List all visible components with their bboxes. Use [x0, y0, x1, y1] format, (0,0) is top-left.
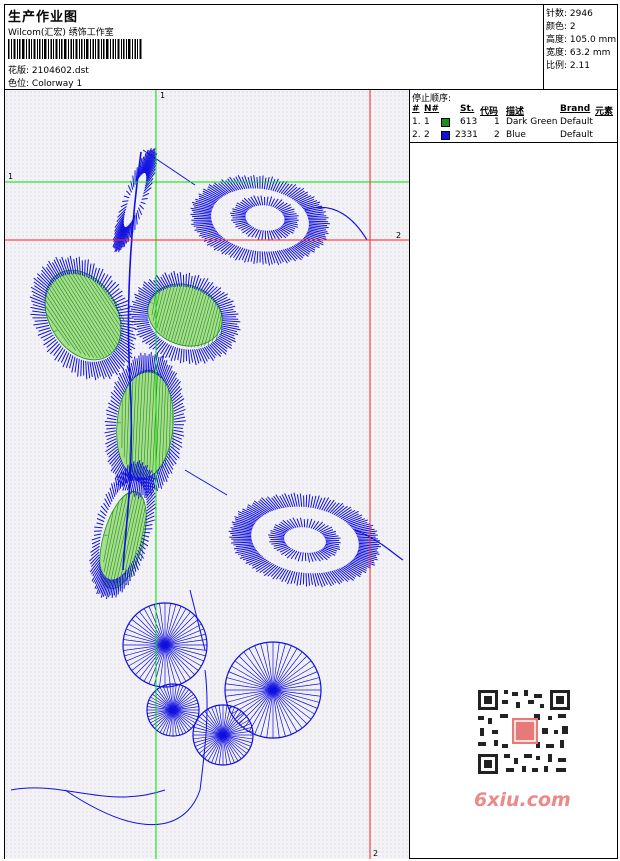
col-header-n: N# — [424, 104, 440, 114]
curl-lower-inner — [268, 517, 341, 563]
stat-stitches: 针数: 2946 — [546, 9, 593, 19]
butterfly-wing-lower-right — [192, 704, 254, 766]
stat-height: 高度: 105.0 mm — [546, 35, 617, 45]
design-file: 花版: 2104602.dst — [8, 63, 89, 76]
col-header-brand: Brand — [560, 104, 591, 114]
row-desc: Dark Green — [506, 117, 558, 127]
stat-scale: 比例: 2.11 — [546, 61, 590, 71]
qr-code — [472, 684, 576, 780]
butterfly-wing-upper-left — [122, 602, 208, 688]
design-value: 2104602.dst — [31, 66, 89, 76]
row-n: 1 — [424, 117, 430, 127]
stop-sequence-heading: 停止顺序: — [412, 94, 452, 104]
curl-lower-outer — [228, 492, 382, 588]
row-code: 1 — [494, 117, 500, 127]
company-name: Wilcom(汇宏) 绣饰工作室 — [8, 28, 114, 38]
guide-label-green-h: 1 — [8, 172, 13, 181]
page-title: 生产作业图 — [8, 10, 79, 25]
color-swatch-green — [441, 118, 450, 127]
design-label: 花版: — [8, 66, 30, 76]
col-header-element: 元素 — [595, 107, 614, 117]
watermark: 6xiu.com — [474, 789, 571, 811]
trailing-thread — [10, 787, 166, 798]
color-swatch-blue — [441, 131, 450, 140]
stat-colors: 颜色: 2 — [546, 22, 576, 32]
row-brand: Default — [560, 130, 593, 140]
embroidery-preview: 1 1 2 2 — [5, 90, 409, 859]
curl-upper-tail — [304, 206, 368, 241]
butterfly-wing-upper-right — [224, 641, 322, 739]
barcode — [8, 39, 142, 59]
stats-panel: 针数: 2946 颜色: 2 高度: 105.0 mm 宽度: 63.2 mm … — [543, 5, 617, 89]
guide-label-red-h: 2 — [396, 231, 401, 240]
row-st: 2331 — [455, 130, 478, 140]
curl-upper-outer — [190, 174, 330, 266]
stat-width: 宽度: 63.2 mm — [546, 48, 611, 58]
row-code: 2 — [494, 130, 500, 140]
col-header-st: St. — [460, 104, 475, 114]
row-n: 2 — [424, 130, 430, 140]
colorway-label: 色位: — [8, 79, 30, 89]
row-brand: Default — [560, 117, 593, 127]
col-header-desc: 描述 — [506, 107, 525, 117]
curl-upper-inner — [230, 195, 299, 241]
row-st: 613 — [460, 117, 478, 127]
panel-divider — [410, 142, 617, 143]
thread-jump-mid — [184, 469, 228, 496]
row-desc: Blue — [506, 130, 526, 140]
guide-label-green-v: 1 — [160, 91, 165, 100]
col-header-code: 代码 — [480, 107, 499, 117]
butterfly-wing-lower-left — [146, 683, 200, 737]
colorway-value: Colorway 1 — [31, 79, 83, 89]
colorway: 色位: Colorway 1 — [8, 76, 82, 89]
design-canvas: 1 1 2 2 — [5, 90, 410, 859]
qr-logo — [512, 718, 538, 744]
row-num: 1. — [412, 117, 421, 127]
guide-label-red-v: 2 — [373, 849, 378, 858]
col-header-num: # — [412, 104, 420, 114]
row-num: 2. — [412, 130, 421, 140]
header-info: 生产作业图 Wilcom(汇宏) 绣饰工作室 花版: 2104602.dst 色… — [5, 5, 544, 89]
